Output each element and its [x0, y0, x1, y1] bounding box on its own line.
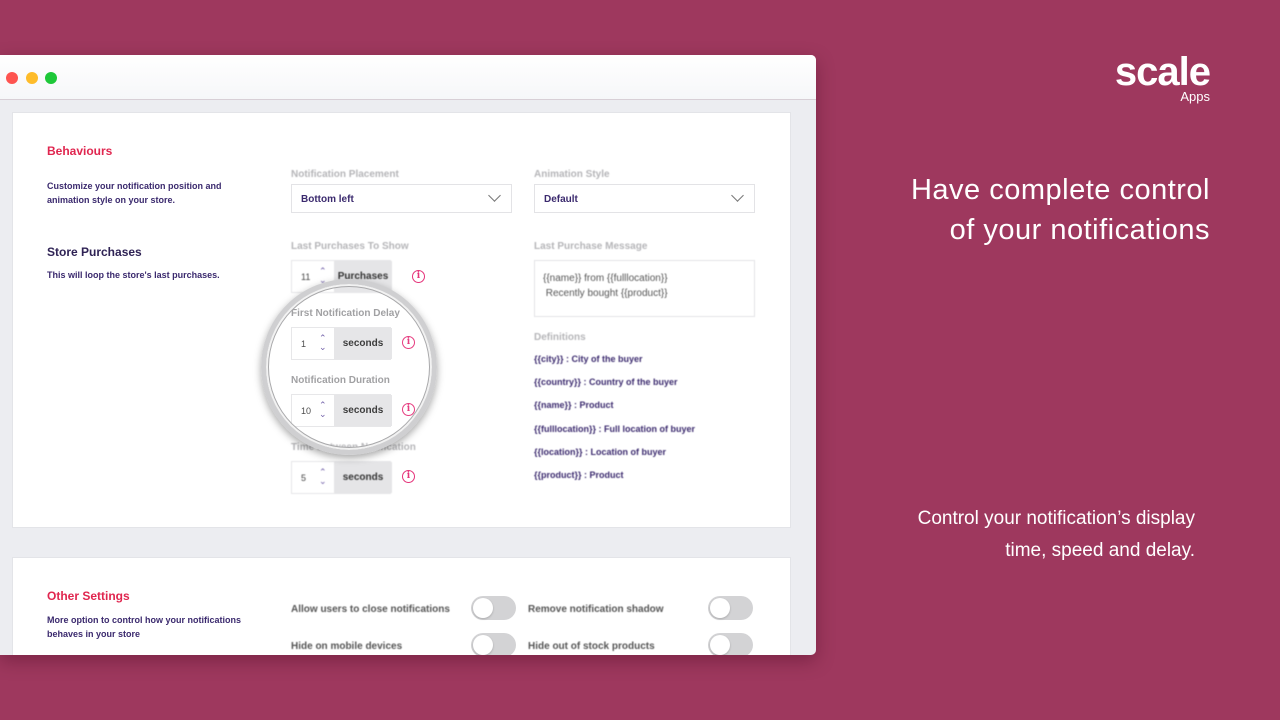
- logo-wordmark: scale: [1114, 50, 1211, 94]
- animation-label: Animation Style: [534, 169, 610, 180]
- hide-mobile-toggle[interactable]: [471, 633, 516, 655]
- duration-stepper[interactable]: 10 ⌃ ⌄ seconds: [291, 394, 392, 427]
- scale-apps-logo: scale Apps: [1100, 50, 1211, 104]
- info-icon[interactable]: i: [402, 336, 415, 349]
- behaviours-card: Behaviours Customize your notification p…: [13, 113, 790, 527]
- message-line-1: {{name}} from {{fulllocation}}: [543, 273, 668, 284]
- chevron-down-icon: [488, 189, 501, 202]
- toggle-knob: [473, 598, 493, 618]
- remove-shadow-toggle[interactable]: [708, 596, 753, 620]
- placement-select[interactable]: Bottom left: [291, 184, 512, 213]
- definition-item: {{fulllocation}} : Full location of buye…: [534, 423, 696, 434]
- animation-value: Default: [544, 194, 578, 205]
- duration-unit: seconds: [334, 395, 392, 426]
- first-delay-label: First Notification Delay: [291, 308, 400, 319]
- info-icon[interactable]: i: [402, 470, 415, 483]
- behaviours-title: Behaviours: [47, 144, 113, 158]
- toggle-knob: [710, 635, 730, 655]
- animation-select[interactable]: Default: [534, 184, 755, 213]
- allow-close-toggle[interactable]: [471, 596, 516, 620]
- info-icon[interactable]: i: [402, 403, 415, 416]
- definitions-label: Definitions: [534, 332, 586, 343]
- toggle-label: Hide on mobile devices: [291, 641, 403, 652]
- spin-arrows-icon[interactable]: ⌃ ⌄: [319, 468, 327, 486]
- placement-label: Notification Placement: [291, 169, 399, 180]
- spin-arrows-icon[interactable]: ⌃ ⌄: [319, 267, 327, 285]
- time-between-stepper[interactable]: 5 ⌃ ⌄ seconds: [291, 461, 392, 494]
- message-label: Last Purchase Message: [534, 241, 648, 252]
- first-delay-unit: seconds: [334, 328, 392, 359]
- definition-item: {{location}} : Location of buyer: [534, 446, 667, 457]
- toggle-label: Hide out of stock products: [528, 641, 655, 652]
- first-delay-value: 1: [301, 339, 307, 349]
- last-purchases-unit: Purchases: [334, 261, 392, 292]
- maximize-window-button[interactable]: [45, 72, 57, 84]
- last-purchases-label: Last Purchases To Show: [291, 241, 409, 252]
- hide-out-of-stock-toggle[interactable]: [708, 633, 753, 655]
- minimize-window-button[interactable]: [26, 72, 38, 84]
- duration-value: 10: [301, 406, 312, 416]
- toggle-knob: [473, 635, 493, 655]
- other-settings-card: Other Settings More option to control ho…: [13, 558, 790, 655]
- close-window-button[interactable]: [6, 72, 18, 84]
- spin-arrows-icon[interactable]: ⌃ ⌄: [319, 401, 327, 419]
- placement-value: Bottom left: [301, 194, 354, 205]
- other-settings-description: More option to control how your notifica…: [47, 615, 241, 639]
- definition-item: {{product}} : Product: [534, 469, 624, 480]
- marketing-headline: Have complete control of your notificati…: [910, 174, 1210, 246]
- marketing-subline: Control your notification’s display time…: [917, 508, 1195, 561]
- last-purchases-stepper[interactable]: 11 ⌃ ⌄ Purchases: [291, 260, 392, 293]
- toggle-knob: [710, 598, 730, 618]
- definition-item: {{name}} : Product: [534, 400, 614, 411]
- time-between-value: 5: [301, 473, 307, 483]
- store-purchases-description: This will loop the store's last purchase…: [47, 270, 220, 280]
- last-purchases-value: 11: [301, 272, 311, 282]
- store-purchases-title: Store Purchases: [47, 245, 142, 259]
- toggle-label: Remove notification shadow: [528, 604, 664, 615]
- definitions-list: {{city}} : City of the buyer {{country}}…: [534, 354, 695, 493]
- message-textarea[interactable]: {{name}} from {{fulllocation}} Recently …: [534, 260, 755, 317]
- first-delay-stepper[interactable]: 1 ⌃ ⌄ seconds: [291, 327, 392, 360]
- duration-label: Notification Duration: [291, 375, 390, 386]
- spin-arrows-icon[interactable]: ⌃ ⌄: [319, 334, 327, 352]
- definition-item: {{city}} : City of the buyer: [534, 354, 643, 364]
- behaviours-description: Customize your notification position and…: [47, 181, 222, 205]
- time-between-label: Time Between Notification: [291, 442, 416, 453]
- message-line-2: Recently bought {{product}}: [543, 288, 668, 299]
- other-settings-title: Other Settings: [47, 589, 130, 603]
- time-between-unit: seconds: [334, 462, 392, 493]
- toggle-label: Allow users to close notifications: [291, 604, 450, 615]
- info-icon[interactable]: i: [412, 270, 425, 283]
- title-bar: [0, 55, 816, 100]
- chevron-down-icon: [731, 189, 744, 202]
- app-window: Behaviours Customize your notification p…: [0, 55, 816, 655]
- definition-item: {{country}} : Country of the buyer: [534, 377, 678, 388]
